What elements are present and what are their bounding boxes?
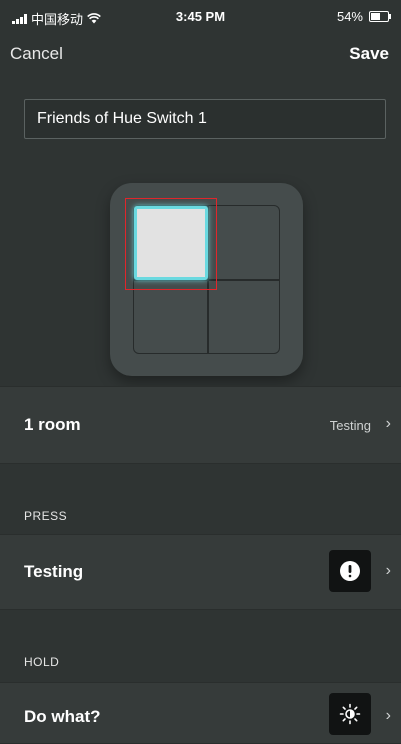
selection-highlight: [125, 198, 217, 290]
brightness-icon: [329, 693, 371, 735]
hold-action-title: Do what?: [24, 707, 101, 726]
cancel-button[interactable]: Cancel: [10, 44, 63, 64]
battery-icon: [369, 11, 391, 22]
status-right: 54%: [336, 9, 391, 24]
switch-name-input[interactable]: [24, 99, 386, 139]
chevron-right-icon: ›: [385, 562, 391, 579]
press-action-title: Testing: [24, 562, 84, 581]
battery-fill: [371, 13, 380, 20]
room-row[interactable]: 1 room Testing ›: [0, 386, 401, 464]
nav-bar: Cancel Save: [0, 34, 401, 78]
room-row-title: 1 room: [24, 415, 81, 434]
save-button[interactable]: Save: [349, 44, 389, 64]
press-action-row[interactable]: Testing ›: [0, 534, 401, 610]
chevron-right-icon: ›: [385, 415, 391, 432]
power-icon: [329, 550, 371, 592]
battery-percent: 54%: [336, 9, 363, 24]
room-row-value: Testing: [329, 418, 371, 433]
chevron-right-icon: ›: [385, 707, 391, 724]
status-bar: 中国移动 3:45 PM 54%: [0, 0, 401, 34]
hold-action-row[interactable]: Do what? ›: [0, 682, 401, 744]
press-section-label: PRESS: [24, 509, 68, 523]
hold-section-label: HOLD: [24, 655, 60, 669]
